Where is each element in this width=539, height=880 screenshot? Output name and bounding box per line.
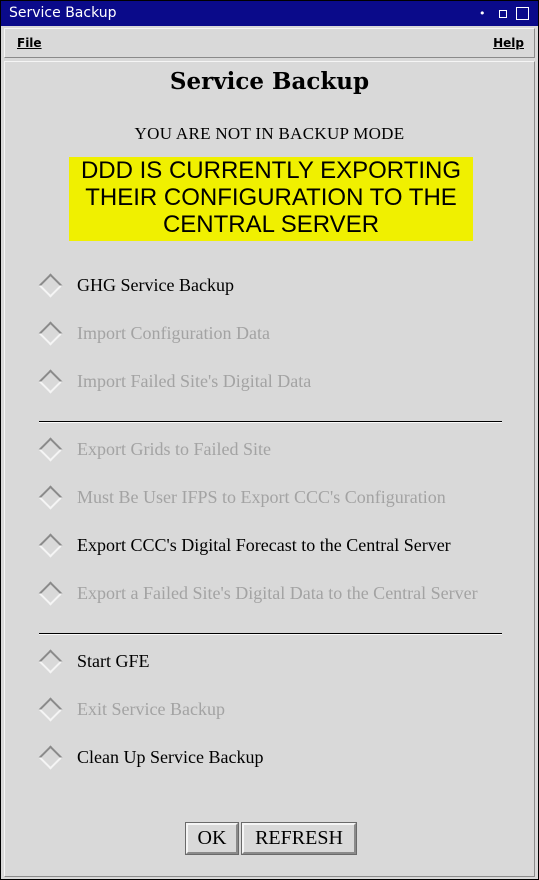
option-export-grids-to-failed-site[interactable]: Export Grids to Failed Site bbox=[38, 435, 271, 463]
option-label: Clean Up Service Backup bbox=[77, 746, 264, 767]
option-label: Export a Failed Site's Digital Data to t… bbox=[77, 582, 478, 603]
backup-mode-status: YOU ARE NOT IN BACKUP MODE bbox=[134, 124, 405, 143]
option-clean-up-service-backup[interactable]: Clean Up Service Backup bbox=[38, 743, 264, 771]
export-status-banner: DDD IS CURRENTLY EXPORTING THEIR CONFIGU… bbox=[69, 157, 473, 241]
radio-diamond-icon[interactable] bbox=[38, 532, 63, 558]
option-label: Export Grids to Failed Site bbox=[77, 438, 271, 459]
service-backup-window: Service Backup • File Help Service Backu… bbox=[0, 0, 539, 880]
menu-bar: File Help bbox=[4, 28, 535, 58]
option-label: Import Failed Site's Digital Data bbox=[77, 370, 312, 391]
radio-diamond-icon[interactable] bbox=[38, 436, 63, 462]
option-import-failed-site-digital-data[interactable]: Import Failed Site's Digital Data bbox=[38, 367, 312, 395]
dialog-heading: Service Backup bbox=[169, 68, 370, 95]
file-menu[interactable]: File bbox=[17, 36, 42, 50]
banner-line: CENTRAL SERVER bbox=[162, 211, 380, 238]
option-export-ccc-configuration[interactable]: Must Be User IFPS to Export CCC's Config… bbox=[38, 483, 446, 511]
radio-diamond-icon[interactable] bbox=[38, 484, 63, 510]
option-export-ccc-digital-forecast[interactable]: Export CCC's Digital Forecast to the Cen… bbox=[38, 531, 451, 559]
radio-diamond-icon[interactable] bbox=[38, 320, 63, 346]
maximize-icon[interactable] bbox=[516, 7, 529, 20]
option-start-gfe[interactable]: Start GFE bbox=[38, 647, 150, 675]
title-bar[interactable]: Service Backup • bbox=[1, 1, 538, 26]
option-label: Must Be User IFPS to Export CCC's Config… bbox=[77, 486, 446, 507]
option-label: GHG Service Backup bbox=[77, 274, 234, 295]
minimize-icon[interactable] bbox=[499, 10, 507, 18]
radio-diamond-icon[interactable] bbox=[38, 696, 63, 722]
radio-diamond-icon[interactable] bbox=[38, 744, 63, 770]
banner-line: THEIR CONFIGURATION TO THE bbox=[85, 184, 457, 211]
section-separator bbox=[39, 633, 502, 635]
radio-diamond-icon[interactable] bbox=[38, 272, 63, 298]
menu-dot-icon[interactable]: • bbox=[479, 1, 486, 26]
radio-diamond-icon[interactable] bbox=[38, 580, 63, 606]
option-ghg-service-backup[interactable]: GHG Service Backup bbox=[38, 271, 234, 299]
help-menu[interactable]: Help bbox=[493, 36, 524, 50]
refresh-button[interactable]: REFRESH bbox=[241, 822, 357, 855]
banner-line: DDD IS CURRENTLY EXPORTING bbox=[80, 157, 462, 184]
dialog-content: Service Backup YOU ARE NOT IN BACKUP MOD… bbox=[4, 61, 535, 877]
option-exit-service-backup[interactable]: Exit Service Backup bbox=[38, 695, 225, 723]
option-label: Start GFE bbox=[77, 650, 150, 671]
ok-button[interactable]: OK bbox=[185, 822, 239, 855]
window-title: Service Backup bbox=[9, 5, 117, 21]
section-separator bbox=[39, 421, 502, 423]
radio-diamond-icon[interactable] bbox=[38, 368, 63, 394]
option-import-configuration-data[interactable]: Import Configuration Data bbox=[38, 319, 270, 347]
option-label: Exit Service Backup bbox=[77, 698, 225, 719]
option-export-failed-site-digital-data[interactable]: Export a Failed Site's Digital Data to t… bbox=[38, 579, 478, 607]
option-label: Export CCC's Digital Forecast to the Cen… bbox=[77, 534, 451, 555]
radio-diamond-icon[interactable] bbox=[38, 648, 63, 674]
option-label: Import Configuration Data bbox=[77, 322, 270, 343]
